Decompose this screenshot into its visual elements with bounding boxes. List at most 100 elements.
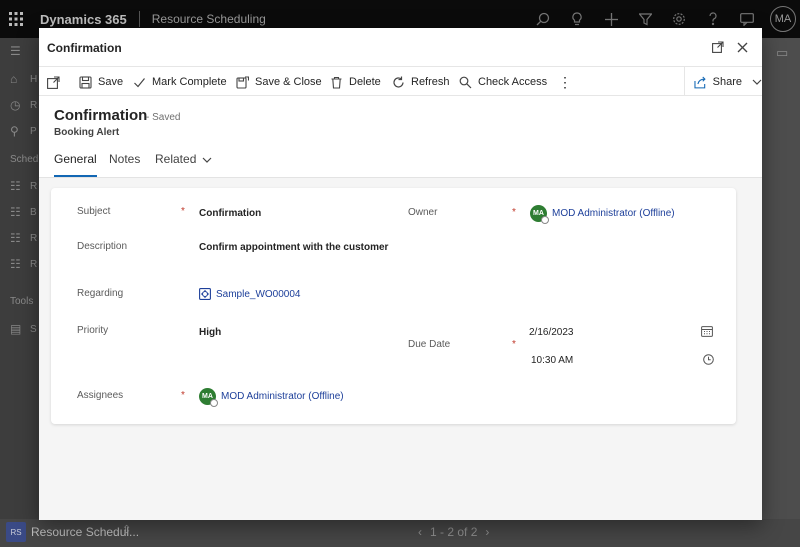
regarding-lookup[interactable]: Sample_WO00004 [199,288,301,300]
check-access-button[interactable]: Check Access [459,67,547,97]
bg-nav-label: R [30,233,38,244]
dialog-title: Confirmation [47,41,122,55]
pager-text: 1 - 2 of 2 [430,525,478,539]
assignees-value: MOD Administrator (Offline) [221,391,344,402]
share-label: Share [712,76,742,88]
bg-nav-label: B [30,207,37,218]
form-section: Subject * Confirmation Owner * MA MOD Ad… [51,188,736,424]
quick-view-dialog: Confirmation Save Mark Complete Save & C… [39,28,762,520]
more-commands-button[interactable]: ⋮ [558,67,572,97]
owner-lookup[interactable]: MA MOD Administrator (Offline) [530,205,675,224]
open-in-new-window-icon[interactable] [710,39,726,55]
required-indicator: * [181,390,185,401]
regarding-label: Regarding [77,288,124,299]
pin-icon: ⚲ [10,124,19,138]
app-launcher-icon[interactable] [0,0,32,38]
owner-value: MOD Administrator (Offline) [552,208,675,219]
save-close-label: Save & Close [255,76,322,88]
save-status: - Saved [146,112,181,123]
area-badge: RS [6,522,26,542]
bg-nav-label: S [30,324,37,335]
close-icon[interactable] [734,39,750,55]
list-icon: ☷ [10,179,21,193]
save-close-button[interactable]: Save & Close [236,67,322,97]
app-title[interactable]: Dynamics 365 [40,12,127,27]
chevron-down-icon [202,152,212,177]
chat-icon: ▭ [776,45,789,60]
description-field[interactable]: Confirm appointment with the customer [199,242,388,253]
subject-label: Subject [77,206,111,217]
save-button[interactable]: Save [79,67,123,97]
open-record-button[interactable] [47,67,60,97]
regarding-value: Sample_WO00004 [216,288,301,300]
priority-label: Priority [77,325,109,336]
tab-notes[interactable]: Notes [109,152,140,177]
bg-nav-label: P [30,126,37,137]
record-title: Confirmation [54,107,148,124]
required-indicator: * [181,206,185,217]
required-indicator: * [512,207,516,218]
save-label: Save [98,76,124,88]
assignee-avatar: MA [199,388,218,407]
tab-related[interactable]: Related [155,152,212,177]
chevron-left-icon: ‹ [418,525,422,539]
presence-offline-icon [210,399,218,407]
list-icon: ☷ [10,257,21,271]
subject-field[interactable]: Confirmation [199,208,261,219]
required-indicator: * [512,339,516,350]
entity-name: Booking Alert [54,127,120,138]
record-header: Confirmation - Saved Booking Alert Gener… [39,96,762,178]
assignees-label: Assignees [77,390,124,401]
header-divider [138,11,140,27]
area-title: Resource Scheduling [151,12,266,26]
chevron-updown-icon: ⇳ [122,524,132,536]
clock-icon[interactable] [703,354,714,368]
bg-nav-label: R [30,181,38,192]
chevron-down-icon [752,76,762,88]
due-time-field[interactable]: 10:30 AM [531,355,573,366]
save-close-icon [236,75,249,89]
owner-avatar: MA [530,205,549,224]
due-date-label: Due Date [408,339,451,350]
refresh-label: Refresh [411,76,450,88]
background-sitemap: ☰ ⌂ H ◷ R ⚲ P Schedu ☷ R ☷ B ☷ R ☷ R Too… [0,38,44,547]
description-label: Description [77,241,128,252]
hamburger-icon: ☰ [10,44,21,58]
command-bar: Save Mark Complete Save & Close Delete R… [39,66,762,97]
share-button[interactable]: Share [684,67,762,97]
check-access-label: Check Access [478,76,548,88]
user-avatar[interactable]: MA [770,6,796,32]
delete-label: Delete [349,76,381,88]
owner-label: Owner [408,207,438,218]
key-search-icon [459,76,472,88]
chevron-right-icon: › [485,525,490,539]
checkmark-icon [134,77,145,87]
priority-field[interactable]: High [199,327,221,338]
bg-nav-label: H [30,74,38,85]
dialog-header: Confirmation [39,28,762,66]
presence-offline-icon [541,216,549,224]
bg-nav-label: R [30,100,38,111]
assignees-lookup[interactable]: MA MOD Administrator (Offline) [199,388,344,407]
bg-nav-group: Tools [10,296,34,307]
due-date-field[interactable]: 2/16/2023 [529,327,574,338]
tab-related-label: Related [155,152,197,166]
work-order-icon [199,288,211,300]
mark-complete-label: Mark Complete [152,76,227,88]
mark-complete-button[interactable]: Mark Complete [133,67,227,97]
home-icon: ⌂ [10,72,18,86]
pager: ‹ 1 - 2 of 2 › [418,525,489,539]
recent-icon: ◷ [10,98,21,112]
save-icon [79,75,92,89]
refresh-button[interactable]: Refresh [392,67,450,97]
bg-nav-label: R [30,259,38,270]
tab-general[interactable]: General [54,152,97,177]
document-icon: ☷ [10,231,21,245]
open-record-icon [47,75,60,89]
people-icon: ☷ [10,205,21,219]
calendar-icon: ▤ [10,322,22,336]
delete-button[interactable]: Delete [330,67,381,97]
refresh-icon [393,76,404,88]
calendar-icon[interactable] [701,325,713,340]
trash-icon [331,76,342,89]
